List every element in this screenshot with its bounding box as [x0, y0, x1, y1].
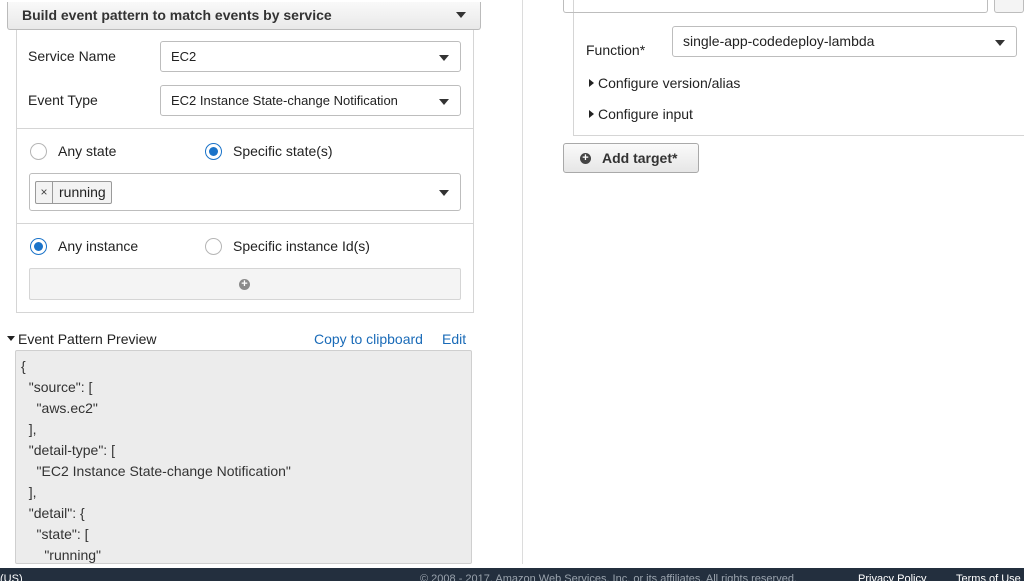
function-label: Function*: [586, 42, 646, 58]
collapse-triangle-icon[interactable]: [7, 336, 15, 341]
code-line: ],: [21, 484, 37, 500]
state-tag: × running: [35, 181, 112, 204]
chevron-down-icon: [995, 40, 1005, 46]
event-type-select[interactable]: EC2 Instance State-change Notification: [160, 85, 461, 116]
plus-circle-icon: +: [239, 279, 250, 290]
event-type-value: EC2 Instance State-change Notification: [171, 93, 398, 108]
configure-input-toggle[interactable]: Configure input: [598, 106, 693, 122]
code-line: ],: [21, 421, 37, 437]
function-value: single-app-codedeploy-lambda: [683, 33, 875, 49]
expand-triangle-icon: [589, 79, 594, 87]
code-line: "source": [: [21, 379, 93, 395]
divider: [17, 128, 473, 129]
add-instance-button[interactable]: +: [29, 268, 461, 300]
service-name-label: Service Name: [28, 48, 116, 64]
column-divider: [522, 0, 523, 564]
edit-link[interactable]: Edit: [442, 331, 466, 347]
specific-instance-label: Specific instance Id(s): [233, 238, 370, 254]
plus-circle-icon: +: [580, 153, 591, 164]
chevron-down-icon: [439, 99, 449, 105]
any-state-radio[interactable]: [30, 143, 47, 160]
code-line: "detail-type": [: [21, 442, 115, 458]
state-tag-label: running: [59, 184, 106, 200]
event-pattern-builder: Service Name EC2 Event Type EC2 Instance…: [16, 30, 474, 313]
add-target-label: Add target*: [602, 150, 678, 166]
copy-to-clipboard-link[interactable]: Copy to clipboard: [314, 331, 423, 347]
expand-triangle-icon: [589, 110, 594, 118]
add-target-button[interactable]: + Add target*: [563, 143, 699, 173]
service-name-value: EC2: [171, 49, 197, 64]
chevron-down-icon: [439, 55, 449, 61]
specific-state-label: Specific state(s): [233, 143, 333, 159]
privacy-policy-link[interactable]: Privacy Policy: [858, 573, 926, 581]
chevron-down-icon: [456, 12, 466, 18]
pattern-mode-label: Build event pattern to match events by s…: [22, 7, 332, 23]
remove-target-button[interactable]: [994, 0, 1024, 13]
specific-state-radio[interactable]: [205, 143, 222, 160]
divider: [17, 223, 473, 224]
code-line: {: [21, 358, 26, 374]
configure-version-toggle[interactable]: Configure version/alias: [598, 75, 740, 91]
any-instance-label: Any instance: [58, 238, 139, 254]
specific-instance-radio[interactable]: [205, 238, 222, 255]
state-multiselect[interactable]: × running: [29, 173, 461, 211]
event-type-label: Event Type: [28, 92, 98, 108]
code-line: "aws.ec2": [21, 400, 98, 416]
event-pattern-code: { "source": [ "aws.ec2" ], "detail-type"…: [21, 356, 291, 563]
code-line: "EC2 Instance State-change Notification": [21, 463, 291, 479]
footer: (US) © 2008 - 2017, Amazon Web Services,…: [0, 568, 1024, 581]
event-pattern-preview: { "source": [ "aws.ec2" ], "detail-type"…: [15, 350, 472, 564]
code-line: "running": [21, 547, 101, 563]
any-instance-radio[interactable]: [30, 238, 47, 255]
pattern-mode-dropdown[interactable]: Build event pattern to match events by s…: [7, 2, 481, 30]
any-state-label: Any state: [58, 143, 117, 159]
target-type-select[interactable]: [563, 0, 988, 13]
chevron-down-icon: [439, 190, 449, 196]
code-line: "state": [: [21, 526, 89, 542]
terms-of-use-link[interactable]: Terms of Use: [956, 573, 1021, 581]
service-name-select[interactable]: EC2: [160, 41, 461, 72]
remove-tag-icon[interactable]: ×: [36, 182, 53, 203]
preview-title: Event Pattern Preview: [18, 331, 157, 347]
footer-region: (US): [0, 573, 23, 581]
footer-copyright: © 2008 - 2017, Amazon Web Services, Inc.…: [420, 573, 797, 581]
code-line: "detail": {: [21, 505, 85, 521]
function-select[interactable]: single-app-codedeploy-lambda: [672, 26, 1017, 57]
